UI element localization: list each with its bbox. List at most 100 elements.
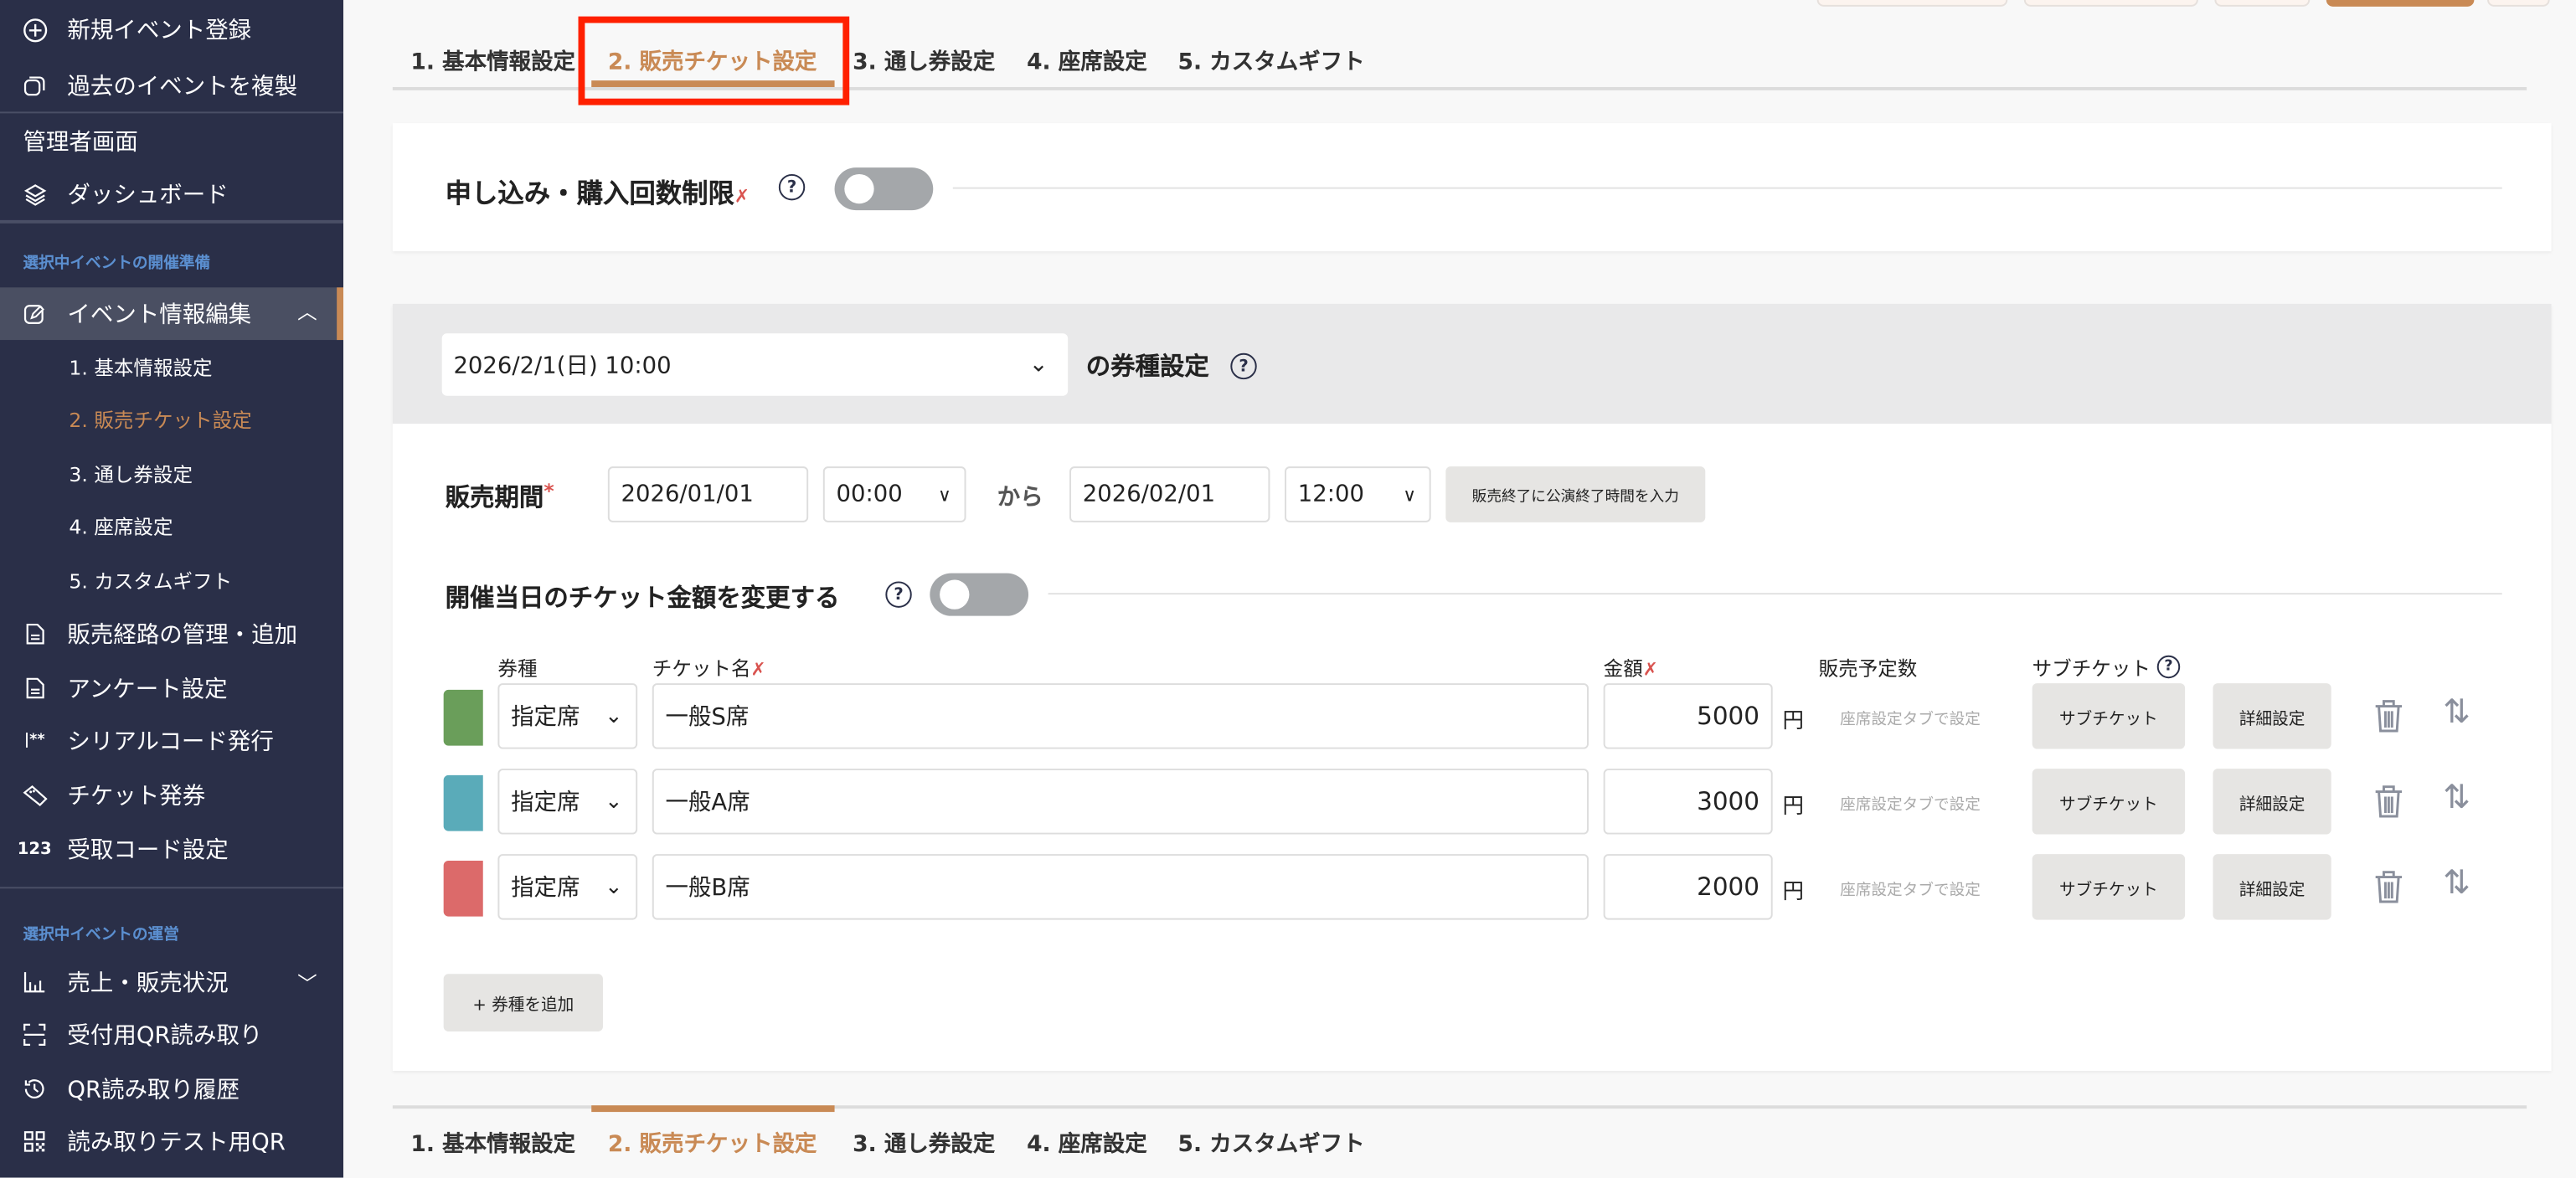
help-icon[interactable]: ?: [2157, 656, 2180, 678]
top-action-button[interactable]: [2214, 0, 2310, 7]
required-icon: ✗: [734, 186, 750, 208]
primary-action-button[interactable]: [2326, 0, 2475, 7]
top-action-button[interactable]: [2487, 0, 2550, 7]
ticket-icon: [22, 782, 48, 808]
section-label-ops: 選択中イベントの運営: [23, 922, 178, 944]
document-icon: [22, 621, 48, 647]
sidebar-item-event-edit[interactable]: イベント情報編集 ︿: [0, 287, 343, 340]
sidebar-sub-seat[interactable]: 4. 座席設定: [69, 512, 173, 540]
ticket-type-select[interactable]: 指定席⌄: [497, 683, 637, 748]
purchase-limit-toggle[interactable]: [835, 167, 934, 210]
sidebar-item-serial[interactable]: |** シリアルコード発行: [0, 714, 343, 767]
bottom-tab-ticket[interactable]: 2. 販売チケット設定: [608, 1125, 817, 1158]
ticket-color-swatch[interactable]: [444, 861, 483, 917]
chevron-down-icon: ⌄: [605, 704, 622, 728]
tab-gift[interactable]: 5. カスタムギフト: [1178, 43, 1365, 75]
bottom-tab-basic[interactable]: 1. 基本情報設定: [410, 1125, 575, 1158]
dayof-price-toggle[interactable]: [930, 574, 1028, 616]
sidebar-sub-gift[interactable]: 5. カスタムギフト: [69, 567, 232, 594]
top-action-button[interactable]: [1817, 0, 2008, 7]
divider: [953, 188, 2502, 189]
reorder-icon[interactable]: ⇅: [2443, 862, 2470, 902]
ticket-color-swatch[interactable]: [444, 690, 483, 746]
bar-chart-icon: [22, 969, 48, 995]
sale-period-label: 販売期間*: [446, 480, 554, 514]
trash-icon[interactable]: [2374, 784, 2403, 820]
sidebar-item-issue[interactable]: チケット発券: [0, 769, 343, 821]
layers-icon: [22, 181, 48, 207]
detail-settings-button[interactable]: 詳細設定: [2213, 683, 2331, 748]
performance-select[interactable]: 2026/2/1(日) 10:00 ⌄: [442, 333, 1068, 396]
sidebar-item-new-event[interactable]: 新規イベント登録: [0, 3, 343, 56]
subticket-button[interactable]: サブチケット: [2032, 854, 2185, 919]
end-time-select[interactable]: 12:00∨: [1285, 466, 1431, 522]
column-header-price: 金額✗: [1604, 654, 1658, 682]
copy-icon: [22, 72, 48, 98]
bottom-tab-season[interactable]: 3. 通し券設定: [853, 1125, 995, 1158]
divider: [0, 220, 343, 224]
tab-basic[interactable]: 1. 基本情報設定: [410, 43, 575, 75]
sidebar-sub-ticket[interactable]: 2. 販売チケット設定: [69, 406, 251, 434]
column-header-type: 券種: [497, 654, 537, 682]
chevron-down-icon: ⌄: [605, 790, 622, 814]
document-icon: [22, 675, 48, 701]
detail-settings-button[interactable]: 詳細設定: [2213, 769, 2331, 834]
fill-end-time-button[interactable]: 販売終了に公演終了時間を入力: [1445, 466, 1705, 522]
help-icon[interactable]: ?: [779, 174, 805, 200]
trash-icon[interactable]: [2374, 869, 2403, 905]
yen-label: 円: [1782, 874, 1804, 905]
bottom-tab-seat[interactable]: 4. 座席設定: [1027, 1125, 1147, 1158]
help-icon[interactable]: ?: [1230, 353, 1256, 379]
ticket-name-input[interactable]: 一般A席: [652, 769, 1589, 834]
start-time-select[interactable]: 00:00∨: [823, 466, 966, 522]
help-icon[interactable]: ?: [885, 581, 911, 607]
yen-label: 円: [1782, 703, 1804, 734]
planned-count-note: 座席設定タブで設定: [1840, 792, 1981, 815]
required-icon: ✗: [751, 659, 766, 681]
yen-label: 円: [1782, 789, 1804, 820]
tab-season[interactable]: 3. 通し券設定: [853, 43, 995, 75]
tab-seat[interactable]: 4. 座席設定: [1027, 43, 1147, 75]
sidebar-item-survey[interactable]: アンケート設定: [0, 662, 343, 715]
divider: [1048, 593, 2502, 594]
ticket-color-swatch[interactable]: [444, 775, 483, 831]
sidebar-item-sales[interactable]: 売上・販売状況 ﹀: [0, 956, 343, 1009]
scan-icon: [22, 1021, 48, 1047]
section-label-prep: 選択中イベントの開催準備: [23, 249, 210, 272]
sidebar-sub-basic[interactable]: 1. 基本情報設定: [69, 353, 212, 381]
trash-icon[interactable]: [2374, 698, 2403, 734]
sidebar-item-channels[interactable]: 販売経路の管理・追加: [0, 608, 343, 661]
sidebar-item-receive-code[interactable]: 123 受取コード設定: [0, 823, 343, 876]
from-label: から: [997, 480, 1043, 512]
ticket-price-input[interactable]: 2000: [1604, 854, 1773, 919]
sidebar-item-dashboard[interactable]: ダッシュボード: [0, 167, 343, 220]
chevron-down-icon: ∨: [938, 484, 951, 506]
sidebar-item-admin[interactable]: 管理者画面: [0, 115, 343, 167]
subticket-button[interactable]: サブチケット: [2032, 769, 2185, 834]
ticket-type-select[interactable]: 指定席⌄: [497, 769, 637, 834]
chevron-down-icon: ﹀: [297, 969, 317, 996]
sidebar-item-test-qr[interactable]: 読み取りテスト用QR: [0, 1115, 343, 1168]
ticket-type-select[interactable]: 指定席⌄: [497, 854, 637, 919]
ticket-name-input[interactable]: 一般S席: [652, 683, 1589, 748]
sidebar-item-qr-scan[interactable]: 受付用QR読み取り: [0, 1009, 343, 1062]
start-date-input[interactable]: 2026/01/01: [608, 466, 808, 522]
bottom-tab-gift[interactable]: 5. カスタムギフト: [1178, 1125, 1365, 1158]
add-ticket-type-button[interactable]: + 券種を追加: [444, 974, 603, 1031]
ticket-price-input[interactable]: 3000: [1604, 769, 1773, 834]
top-action-button[interactable]: [2024, 0, 2198, 7]
sidebar-sub-season[interactable]: 3. 通し券設定: [69, 460, 193, 487]
reorder-icon[interactable]: ⇅: [2443, 692, 2470, 731]
detail-settings-button[interactable]: 詳細設定: [2213, 854, 2331, 919]
qr-icon: [22, 1129, 48, 1155]
code-123-icon: 123: [22, 836, 48, 862]
subticket-button[interactable]: サブチケット: [2032, 683, 2185, 748]
sidebar-item-qr-history[interactable]: QR読み取り履歴: [0, 1062, 343, 1115]
reorder-icon[interactable]: ⇅: [2443, 777, 2470, 816]
end-date-input[interactable]: 2026/02/01: [1069, 466, 1270, 522]
sidebar-item-copy-event[interactable]: 過去のイベントを複製: [0, 59, 343, 112]
ticket-price-input[interactable]: 5000: [1604, 683, 1773, 748]
ticket-name-input[interactable]: 一般B席: [652, 854, 1589, 919]
planned-count-note: 座席設定タブで設定: [1840, 877, 1981, 900]
chevron-down-icon: ⌄: [605, 875, 622, 899]
